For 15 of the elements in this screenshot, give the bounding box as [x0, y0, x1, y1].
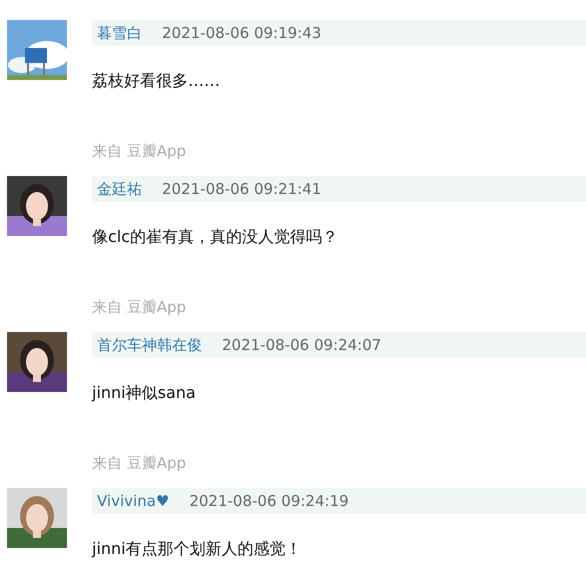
comment-text: jinni神似sana [92, 382, 197, 404]
author-link[interactable]: 金廷祐 [97, 178, 142, 200]
source-label: 来自 豆瓣App [92, 453, 188, 474]
comment-text: 像clc的崔有真，真的没人觉得吗？ [92, 226, 340, 248]
author-link[interactable]: Vivivina♥ [97, 490, 170, 512]
source-label: 来自 豆瓣App [92, 297, 188, 318]
comment-text: jinni有点那个划新人的感觉！ [92, 538, 303, 560]
author-link[interactable]: 暮雪白 [97, 22, 142, 44]
source-label: 来自 豆瓣App [92, 141, 188, 162]
author-link[interactable]: 首尔车神韩在俊 [97, 334, 202, 356]
comment-time: 2021-08-06 09:24:19 [189, 490, 349, 512]
comment-time: 2021-08-06 09:24:07 [222, 334, 382, 356]
comment-text: 荔枝好看很多…… [92, 70, 221, 92]
comment-time: 2021-08-06 09:19:43 [162, 22, 322, 44]
comment-time: 2021-08-06 09:21:41 [162, 178, 322, 200]
